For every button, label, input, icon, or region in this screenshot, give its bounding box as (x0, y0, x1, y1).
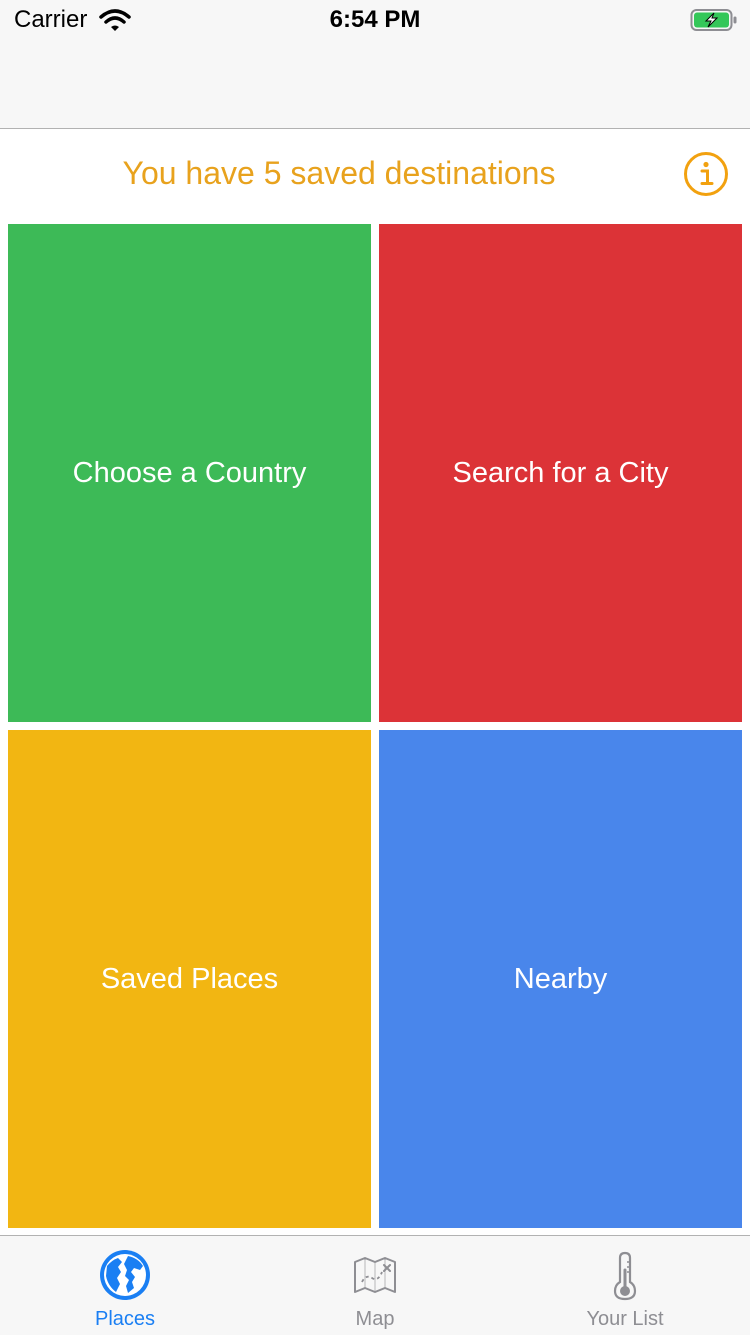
header: You have 5 saved destinations (0, 129, 750, 224)
choose-country-tile[interactable]: Choose a Country (8, 224, 371, 722)
nearby-tile[interactable]: Nearby (379, 730, 742, 1228)
thermometer-icon (613, 1251, 637, 1301)
search-city-tile[interactable]: Search for a City (379, 224, 742, 722)
saved-places-label: Saved Places (100, 962, 279, 995)
info-icon[interactable] (683, 151, 729, 197)
tab-map[interactable]: Map (250, 1236, 500, 1335)
nearby-label: Nearby (513, 962, 608, 995)
status-time: 6:54 PM (329, 6, 421, 33)
tab-map-label: Map (355, 1308, 395, 1330)
saved-destinations-title: You have 5 saved destinations (122, 155, 556, 191)
navigation-bar (0, 40, 750, 129)
tab-your-list-label: Your List (586, 1308, 664, 1330)
choose-country-label: Choose a Country (72, 456, 307, 489)
tab-bar: Places Map Your List (0, 1235, 750, 1335)
tab-places[interactable]: Places (0, 1236, 250, 1335)
search-city-label: Search for a City (452, 456, 669, 489)
saved-places-tile[interactable]: Saved Places (8, 730, 371, 1228)
tab-places-label: Places (94, 1308, 156, 1330)
map-icon (354, 1257, 396, 1293)
tab-your-list[interactable]: Your List (500, 1236, 750, 1335)
status-bar: Carrier 6:54 PM (0, 0, 750, 40)
globe-icon (100, 1250, 150, 1300)
battery-charging-icon (690, 9, 737, 31)
